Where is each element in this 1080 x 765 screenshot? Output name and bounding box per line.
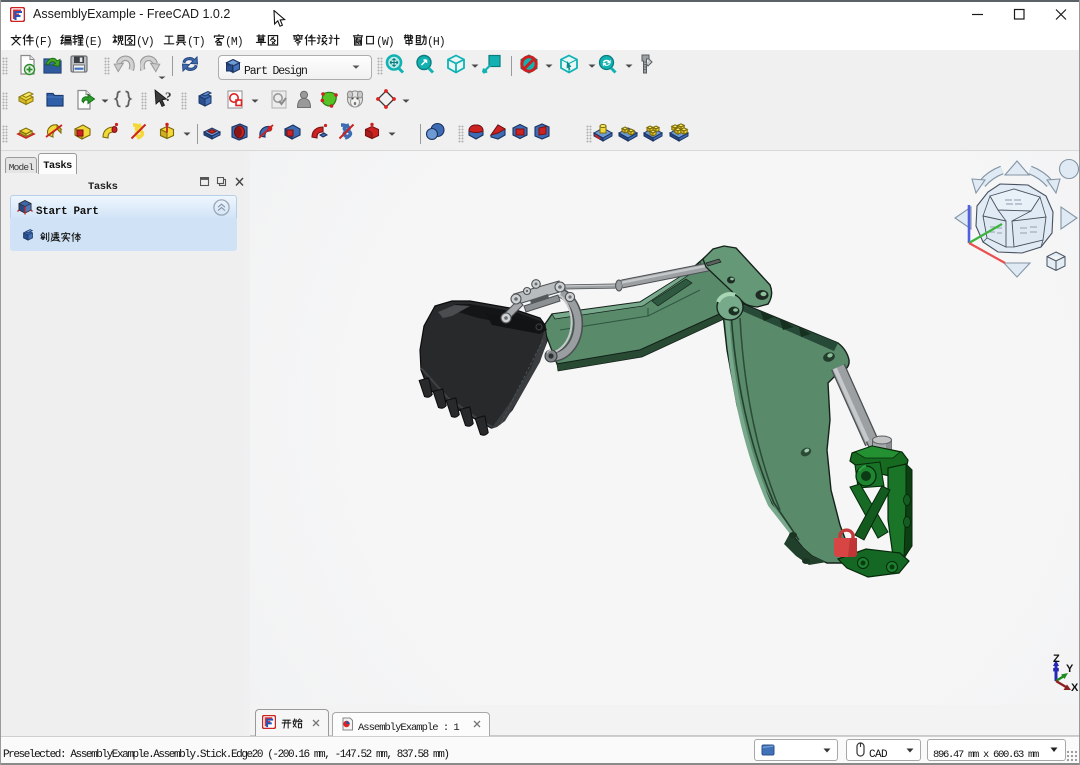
svg-text:X: X xyxy=(1071,682,1079,694)
svg-text:Y: Y xyxy=(1066,663,1074,675)
svg-text:Z: Z xyxy=(1053,653,1060,665)
svg-text:?: ? xyxy=(165,89,172,104)
